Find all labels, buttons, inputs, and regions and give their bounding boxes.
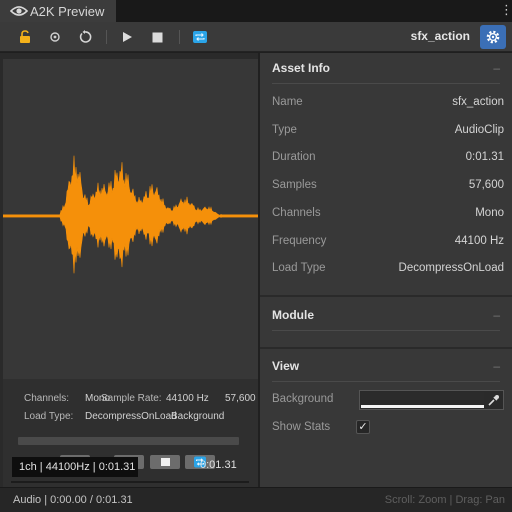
status-bar: Audio | 0:00.00 / 0:01.31 Scroll: Zoom |…: [0, 487, 512, 512]
background-color-field[interactable]: [359, 390, 504, 410]
section-divider: [272, 330, 500, 331]
toolbar-separator: [179, 30, 180, 44]
lock-icon[interactable]: [15, 27, 35, 47]
prop-channels-value: Mono: [475, 207, 504, 219]
prop-duration-value: 0:01.31: [465, 151, 504, 163]
section-divider: [272, 83, 500, 84]
reset-icon[interactable]: [75, 27, 95, 47]
gear-icon: [486, 30, 500, 44]
kebab-menu-icon[interactable]: ⋮: [500, 3, 512, 17]
collapse-icon[interactable]: –: [493, 61, 500, 75]
waveform: [2, 155, 259, 274]
section-asset-info-header[interactable]: Asset Info –: [260, 53, 512, 83]
prop-name-label: Name: [272, 96, 303, 108]
overlay-load-background: Background: [171, 411, 225, 422]
inspector-panel: Asset Info – Name sfx_action Type AudioC…: [260, 53, 512, 487]
prop-type-label: Type: [272, 124, 297, 136]
eye-icon: [10, 6, 28, 16]
collapse-icon[interactable]: –: [493, 359, 500, 373]
asset-name-label: sfx_action: [410, 29, 470, 43]
prop-frequency-value: 44100 Hz: [454, 235, 504, 247]
stop-icon[interactable]: [147, 27, 167, 47]
section-separator: [260, 295, 512, 297]
status-playback-info: Audio | 0:00.00 / 0:01.31: [13, 494, 133, 506]
loop-icon[interactable]: [190, 27, 210, 47]
waveform-area[interactable]: [2, 59, 259, 379]
overlay-samples-value: 57,600: [225, 393, 256, 404]
tab-bar: A2K Preview ⋮: [0, 0, 512, 22]
settings-button[interactable]: [480, 25, 506, 49]
overlay-sample-rate-value: 44100 Hz: [166, 393, 209, 404]
play-icon[interactable]: [117, 27, 137, 47]
background-label: Background: [272, 393, 334, 405]
section-asset-info-title: Asset Info: [272, 61, 331, 75]
overlay-load-type-label: Load Type:: [24, 411, 74, 422]
prop-load-type-value: DecompressOnLoad: [398, 262, 504, 274]
status-hint: Scroll: Zoom | Drag: Pan: [384, 494, 505, 506]
prop-frequency-label: Frequency: [272, 235, 327, 247]
section-divider: [272, 381, 500, 382]
overlay-sample-rate-label: Sample Rate:: [101, 393, 162, 404]
prop-channels-label: Channels: [272, 207, 321, 219]
collapse-icon[interactable]: –: [493, 308, 500, 322]
section-module-header[interactable]: Module –: [260, 300, 512, 330]
waveform-preview: Channels: Mono Sample Rate: 44100 Hz 57,…: [0, 53, 259, 487]
eyedropper-icon[interactable]: [484, 392, 502, 408]
section-view-title: View: [272, 359, 300, 373]
tab-title: A2K Preview: [30, 3, 105, 19]
stats-readout: 1ch | 44100Hz | 0:01.31: [12, 457, 138, 477]
overlay-channels-label: Channels:: [24, 393, 70, 404]
stop-icon: [160, 458, 170, 466]
overlay-divider: [11, 481, 249, 483]
checkmark-icon: ✓: [358, 421, 368, 433]
playback-scrub-bar[interactable]: [18, 437, 239, 445]
prop-samples-label: Samples: [272, 179, 317, 191]
prop-samples-value: 57,600: [468, 179, 504, 191]
mini-time-readout: 0:01.31: [200, 459, 237, 471]
tab-a2k-preview[interactable]: A2K Preview: [0, 0, 116, 22]
toolbar: sfx_action: [0, 22, 512, 52]
section-view-header[interactable]: View –: [260, 351, 512, 381]
overlay-load-type-value: DecompressOnLoad: [85, 411, 177, 422]
mini-stop-button[interactable]: [150, 455, 180, 469]
prop-type-value: AudioClip: [454, 124, 504, 136]
prop-duration-label: Duration: [272, 151, 316, 163]
prop-name-value: sfx_action: [452, 96, 504, 108]
section-separator: [260, 347, 512, 349]
show-stats-label: Show Stats: [272, 421, 331, 433]
record-icon[interactable]: [45, 27, 65, 47]
section-module-title: Module: [272, 308, 314, 322]
show-stats-checkbox[interactable]: ✓: [356, 420, 370, 434]
alpha-bar: [361, 405, 484, 408]
toolbar-separator: [106, 30, 107, 44]
prop-load-type-label: Load Type: [272, 262, 326, 274]
